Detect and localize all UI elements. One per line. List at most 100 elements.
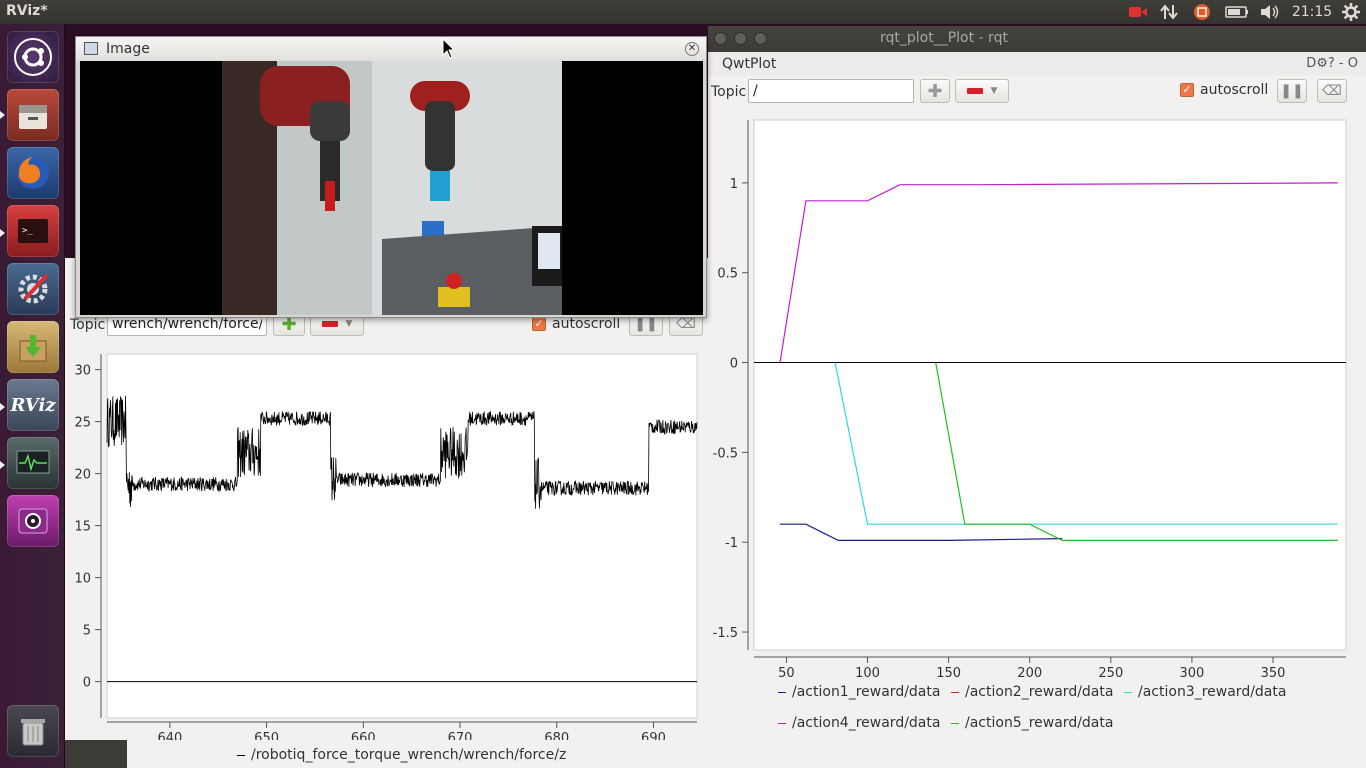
record-icon[interactable] — [1126, 2, 1150, 22]
minimized-tab[interactable] — [65, 740, 127, 768]
top-panel: RViz* 21:15 — [0, 0, 1366, 24]
clear-button[interactable]: ⌫ — [1317, 79, 1347, 103]
y-tick-label: -0.5 — [713, 446, 738, 461]
legend-label: /action5_reward/data — [965, 715, 1114, 731]
files-icon[interactable] — [7, 89, 59, 141]
x-tick-label: 650 — [254, 731, 279, 740]
topic-label: Topic — [711, 84, 747, 100]
pause-button[interactable]: ❚❚ — [1277, 79, 1307, 103]
image-titlebar[interactable]: Image ✕ — [76, 37, 706, 61]
window-title: Image — [106, 41, 150, 57]
volume-icon[interactable] — [1258, 2, 1282, 22]
rviz-label: RViz — [10, 394, 56, 416]
legend-item[interactable]: /action2_reward/data — [951, 684, 1113, 700]
y-tick-label: 10 — [74, 572, 91, 587]
x-tick-label: 100 — [855, 666, 880, 681]
camera-feed-image — [222, 61, 562, 315]
color-swatch — [966, 88, 983, 94]
system-settings-icon[interactable] — [7, 263, 59, 315]
svg-text:>_: >_ — [22, 226, 33, 236]
legend-item[interactable]: /action4_reward/data — [778, 715, 940, 731]
x-tick-label: 350 — [1261, 666, 1286, 681]
close-icon[interactable]: ✕ — [685, 42, 699, 56]
network-icon[interactable] — [1157, 2, 1181, 22]
launcher: >_ RViz — [0, 24, 65, 768]
terminal-app-icon[interactable]: >_ — [7, 205, 59, 257]
clock[interactable]: 21:15 — [1291, 2, 1333, 22]
firefox-icon[interactable] — [7, 147, 59, 199]
image-window: Image ✕ — [75, 36, 707, 318]
rviz-icon[interactable]: RViz — [7, 379, 59, 431]
pause-icon: ❚❚ — [1280, 83, 1304, 99]
minimize-window-icon[interactable] — [734, 32, 747, 45]
legend-swatch — [778, 722, 786, 724]
y-tick-label: 0 — [730, 357, 738, 372]
topic-label: Topic — [70, 317, 106, 333]
running-indicator — [0, 403, 5, 411]
ubuntu-dash-icon[interactable] — [7, 31, 59, 83]
y-tick-label: 30 — [74, 364, 91, 379]
y-tick-label: -1.5 — [713, 626, 738, 641]
checkbox-checked-icon[interactable]: ✓ — [532, 317, 546, 331]
running-indicator — [0, 461, 5, 469]
legend-swatch — [1124, 691, 1132, 693]
autoscroll-label: autoscroll — [1200, 82, 1269, 98]
y-tick-label: 15 — [74, 520, 91, 535]
autoscroll-toggle[interactable]: ✓ autoscroll — [532, 316, 620, 332]
maximize-window-icon[interactable] — [754, 32, 767, 45]
close-window-icon[interactable] — [714, 32, 727, 45]
dock-controls[interactable]: D⚙? - O — [1306, 56, 1358, 71]
chevron-down-icon: ▼ — [345, 319, 353, 329]
force-plot-svg[interactable]: 30 25 20 15 10 5 0 640 650 660 670 680 690 — [65, 340, 708, 746]
clear-icon: ⌫ — [676, 316, 696, 332]
pause-icon: ❚❚ — [634, 316, 658, 332]
x-tick-label: 50 — [778, 666, 795, 681]
force-plot[interactable]: 30 25 20 15 10 5 0 640 650 660 670 680 690 /robotiq_… — [65, 340, 708, 768]
legend-item[interactable]: /action3_reward/data — [1124, 684, 1286, 700]
y-tick-label: 20 — [74, 468, 91, 483]
legend-swatch — [237, 754, 245, 756]
x-tick-label: 660 — [351, 731, 376, 740]
trash-icon[interactable] — [7, 705, 59, 757]
legend-label: /robotiq_force_torque_wrench/wrench/forc… — [251, 747, 567, 763]
window-title: rqt_plot__Plot - rqt — [880, 30, 1008, 46]
legend-swatch — [951, 691, 959, 693]
add-topic-button[interactable]: ✚ — [920, 79, 950, 103]
legend-item[interactable]: /robotiq_force_torque_wrench/wrench/forc… — [237, 747, 566, 763]
clear-icon: ⌫ — [1322, 83, 1342, 99]
y-tick-label: 1 — [730, 177, 738, 192]
input-method-icon[interactable] — [1191, 2, 1213, 22]
legend-item[interactable]: /action5_reward/data — [951, 715, 1113, 731]
system-monitor-icon[interactable] — [7, 437, 59, 489]
plus-icon: ✚ — [927, 80, 943, 102]
reward-plot-svg[interactable]: 1 0.5 0 -0.5 -1 -1.5 50 100 150 200 250 300 350 — [708, 112, 1366, 692]
running-indicator — [0, 229, 5, 237]
color-swatch — [321, 321, 338, 327]
topic-input[interactable] — [748, 79, 914, 103]
x-tick-label: 250 — [1098, 666, 1123, 681]
rqt-titlebar[interactable]: rqt_plot__Plot - rqt — [708, 26, 1366, 52]
legend-item[interactable]: /action1_reward/data — [778, 684, 940, 700]
y-tick-label: 25 — [74, 416, 91, 431]
color-dropdown[interactable]: ▼ — [955, 79, 1009, 103]
plot-canvas — [106, 353, 698, 719]
battery-icon[interactable] — [1223, 2, 1251, 22]
autoscroll-label: autoscroll — [552, 316, 621, 332]
qwtplot-dock-header: QwtPlot D⚙? - O — [708, 52, 1366, 76]
software-updater-icon[interactable] — [7, 321, 59, 373]
webcam-app-icon[interactable] — [7, 495, 59, 547]
running-indicator — [0, 111, 5, 119]
autoscroll-toggle[interactable]: ✓ autoscroll — [1180, 82, 1268, 98]
y-tick-label: 5 — [83, 624, 91, 639]
x-tick-label: 200 — [1017, 666, 1042, 681]
x-tick-label: 640 — [157, 731, 182, 740]
reward-plot[interactable]: 1 0.5 0 -0.5 -1 -1.5 50 100 150 200 250 300 350 /act… — [708, 112, 1366, 768]
plot-canvas — [753, 119, 1347, 651]
chevron-down-icon: ▼ — [990, 86, 998, 96]
legend-swatch — [951, 722, 959, 724]
x-tick-label: 150 — [936, 666, 961, 681]
legend-swatch — [778, 691, 786, 693]
settings-gear-icon[interactable] — [1340, 2, 1362, 22]
checkbox-checked-icon[interactable]: ✓ — [1180, 83, 1194, 97]
mouse-cursor-icon — [442, 38, 456, 59]
